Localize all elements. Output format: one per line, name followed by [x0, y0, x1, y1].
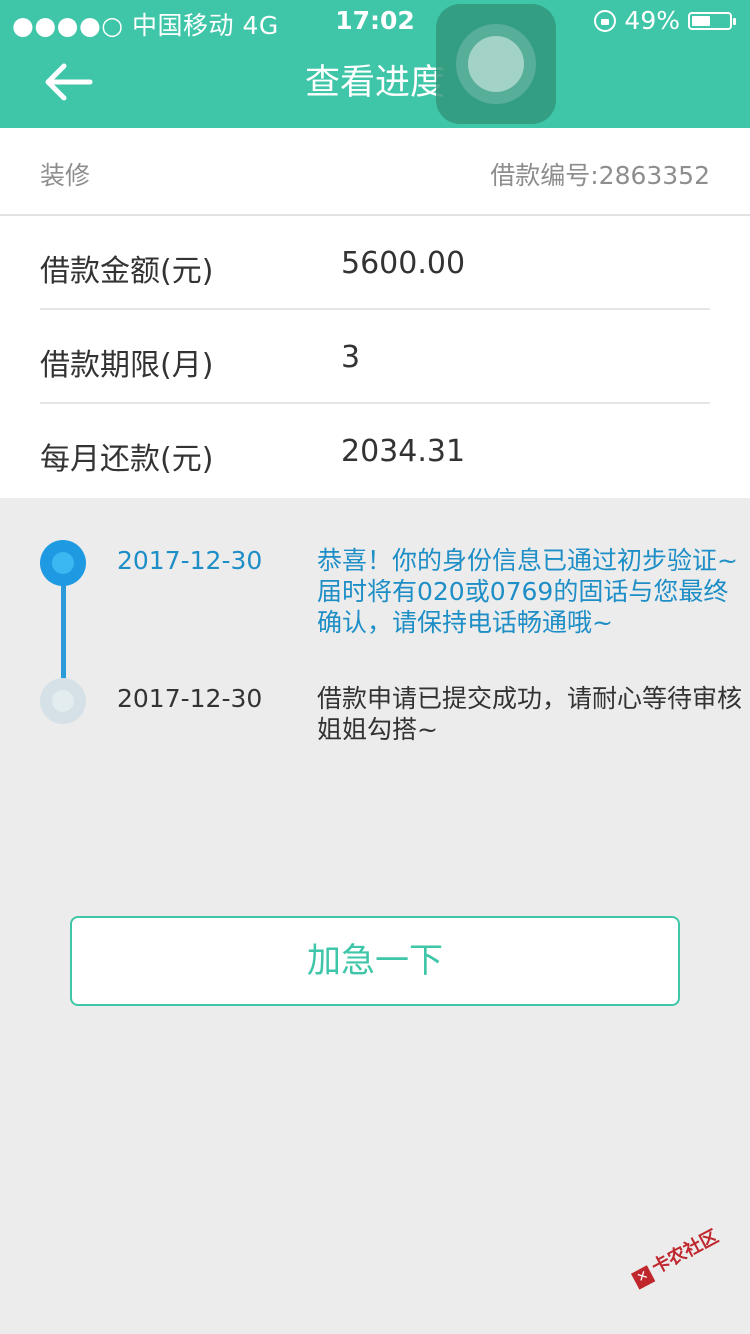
logo-icon: ✕: [630, 1265, 656, 1290]
timeline-message: 恭喜！你的身份信息已通过初步验证~届时将有020或0769的固话与您最终确认，请…: [317, 546, 738, 637]
loan-number: 借款编号:2863352: [490, 161, 710, 190]
detail-row-term: 借款期限(月) 3: [40, 310, 710, 404]
rotation-lock-icon: [594, 9, 617, 32]
loan-info-bar: 装修 借款编号:2863352: [0, 128, 750, 216]
detail-value: 2034.31: [341, 434, 466, 469]
detail-label: 借款期限(月): [40, 348, 214, 383]
timeline-date: 2017-12-30: [117, 546, 263, 575]
assistive-touch-button[interactable]: [436, 4, 556, 124]
detail-row-monthly: 每月还款(元) 2034.31: [40, 404, 710, 498]
battery-fill: [692, 15, 710, 26]
timeline-connector: [61, 568, 66, 696]
battery-percent: 49%: [624, 6, 680, 35]
detail-label: 每月还款(元): [40, 442, 214, 477]
timeline-dot-inactive: [40, 678, 86, 724]
assistive-touch-core: [468, 36, 524, 92]
detail-value: 3: [341, 340, 361, 375]
timeline-date: 2017-12-30: [117, 684, 263, 713]
top-header: ●●●●○ 中国移动 4G 17:02 49% 查看进度: [0, 0, 750, 128]
watermark-text: 卡农社区: [648, 1226, 722, 1279]
detail-value: 5600.00: [341, 246, 466, 281]
watermark-logo: ✕卡农社区: [627, 1218, 738, 1302]
detail-row-amount: 借款金额(元) 5600.00: [40, 216, 710, 310]
detail-label: 借款金额(元): [40, 254, 214, 289]
timeline-message: 借款申请已提交成功，请耐心等待审核姐姐勾搭~: [317, 684, 743, 744]
timeline-dot-active: [40, 540, 86, 586]
battery-icon: [688, 11, 736, 30]
status-right: 49%: [594, 6, 736, 35]
page-title: 查看进度: [304, 63, 445, 103]
status-bar: ●●●●○ 中国移动 4G 17:02 49%: [0, 0, 750, 40]
loan-details: 借款金额(元) 5600.00 借款期限(月) 3 每月还款(元) 2034.3…: [0, 216, 750, 498]
loan-purpose: 装修: [40, 161, 91, 190]
expedite-button[interactable]: 加急一下: [70, 916, 680, 1006]
